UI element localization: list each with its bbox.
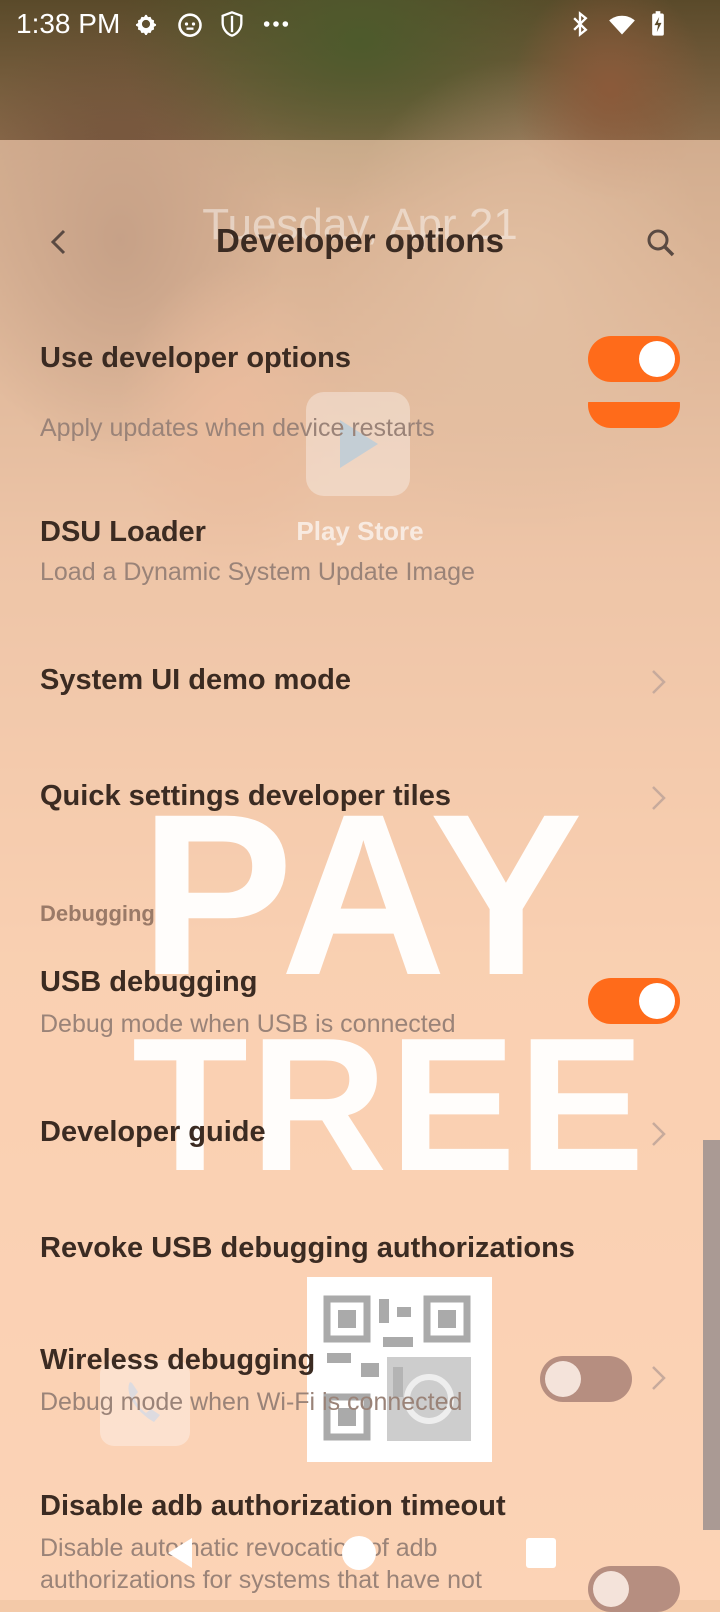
adb-timeout-toggle[interactable]	[588, 1566, 680, 1612]
revoke-usb-authorizations-title[interactable]: Revoke USB debugging authorizations	[40, 1232, 575, 1265]
nav-back-icon[interactable]	[160, 1532, 202, 1574]
use-developer-options-toggle[interactable]	[588, 336, 680, 382]
wireless-debugging-title[interactable]: Wireless debugging	[40, 1344, 315, 1377]
bluetooth-icon	[573, 11, 588, 37]
side-scroll-strip	[703, 1140, 720, 1530]
adb-timeout-subtitle-line2: authorizations for systems that have not	[40, 1566, 482, 1594]
qr-code-image	[307, 1277, 492, 1462]
play-store-icon	[306, 392, 410, 496]
dsu-loader-title[interactable]: DSU Loader	[40, 516, 206, 549]
system-ui-demo-mode-title[interactable]: System UI demo mode	[40, 664, 351, 697]
usb-debugging-title[interactable]: USB debugging	[40, 966, 257, 999]
ghost-app-label: Play Store	[296, 516, 424, 546]
toggle-knob	[593, 1571, 629, 1607]
toggle-knob	[639, 341, 675, 377]
battery-charging-icon	[652, 11, 664, 36]
auto-update-subtitle[interactable]: Apply updates when device restarts	[40, 414, 435, 443]
adb-timeout-title[interactable]: Disable adb authorization timeout	[40, 1490, 506, 1523]
shield-icon	[221, 11, 243, 37]
auto-update-toggle[interactable]	[588, 402, 680, 428]
usb-debugging-subtitle: Debug mode when USB is connected	[40, 1010, 456, 1038]
settings-gear-icon	[135, 14, 157, 35]
dsu-loader-subtitle: Load a Dynamic System Update Image	[40, 558, 475, 586]
wifi-icon	[609, 15, 635, 35]
usb-debugging-toggle[interactable]	[588, 978, 680, 1024]
wireless-debugging-toggle[interactable]	[540, 1356, 632, 1402]
quick-settings-tiles-title[interactable]: Quick settings developer tiles	[40, 780, 451, 813]
search-icon[interactable]	[644, 226, 678, 260]
use-developer-options-label[interactable]: Use developer options	[40, 342, 351, 375]
wireless-debugging-subtitle: Debug mode when Wi-Fi is connected	[40, 1388, 463, 1416]
page-title: Developer options	[216, 222, 504, 259]
status-time: 1:38 PM	[16, 8, 121, 39]
chevron-right-icon	[652, 1366, 666, 1390]
status-bar: 1:38 PM	[0, 0, 720, 48]
chevron-right-icon	[652, 670, 666, 694]
more-dots-icon	[263, 21, 289, 27]
chevron-right-icon	[652, 786, 666, 810]
cat-face-icon	[178, 13, 202, 37]
toggle-knob	[639, 983, 675, 1019]
toggle-knob	[545, 1361, 581, 1397]
developer-guide-title[interactable]: Developer guide	[40, 1116, 266, 1149]
nav-home-icon[interactable]	[338, 1532, 380, 1574]
chevron-right-icon	[652, 1122, 666, 1146]
nav-recents-icon[interactable]	[520, 1532, 562, 1574]
debugging-section-header: Debugging	[40, 901, 155, 926]
